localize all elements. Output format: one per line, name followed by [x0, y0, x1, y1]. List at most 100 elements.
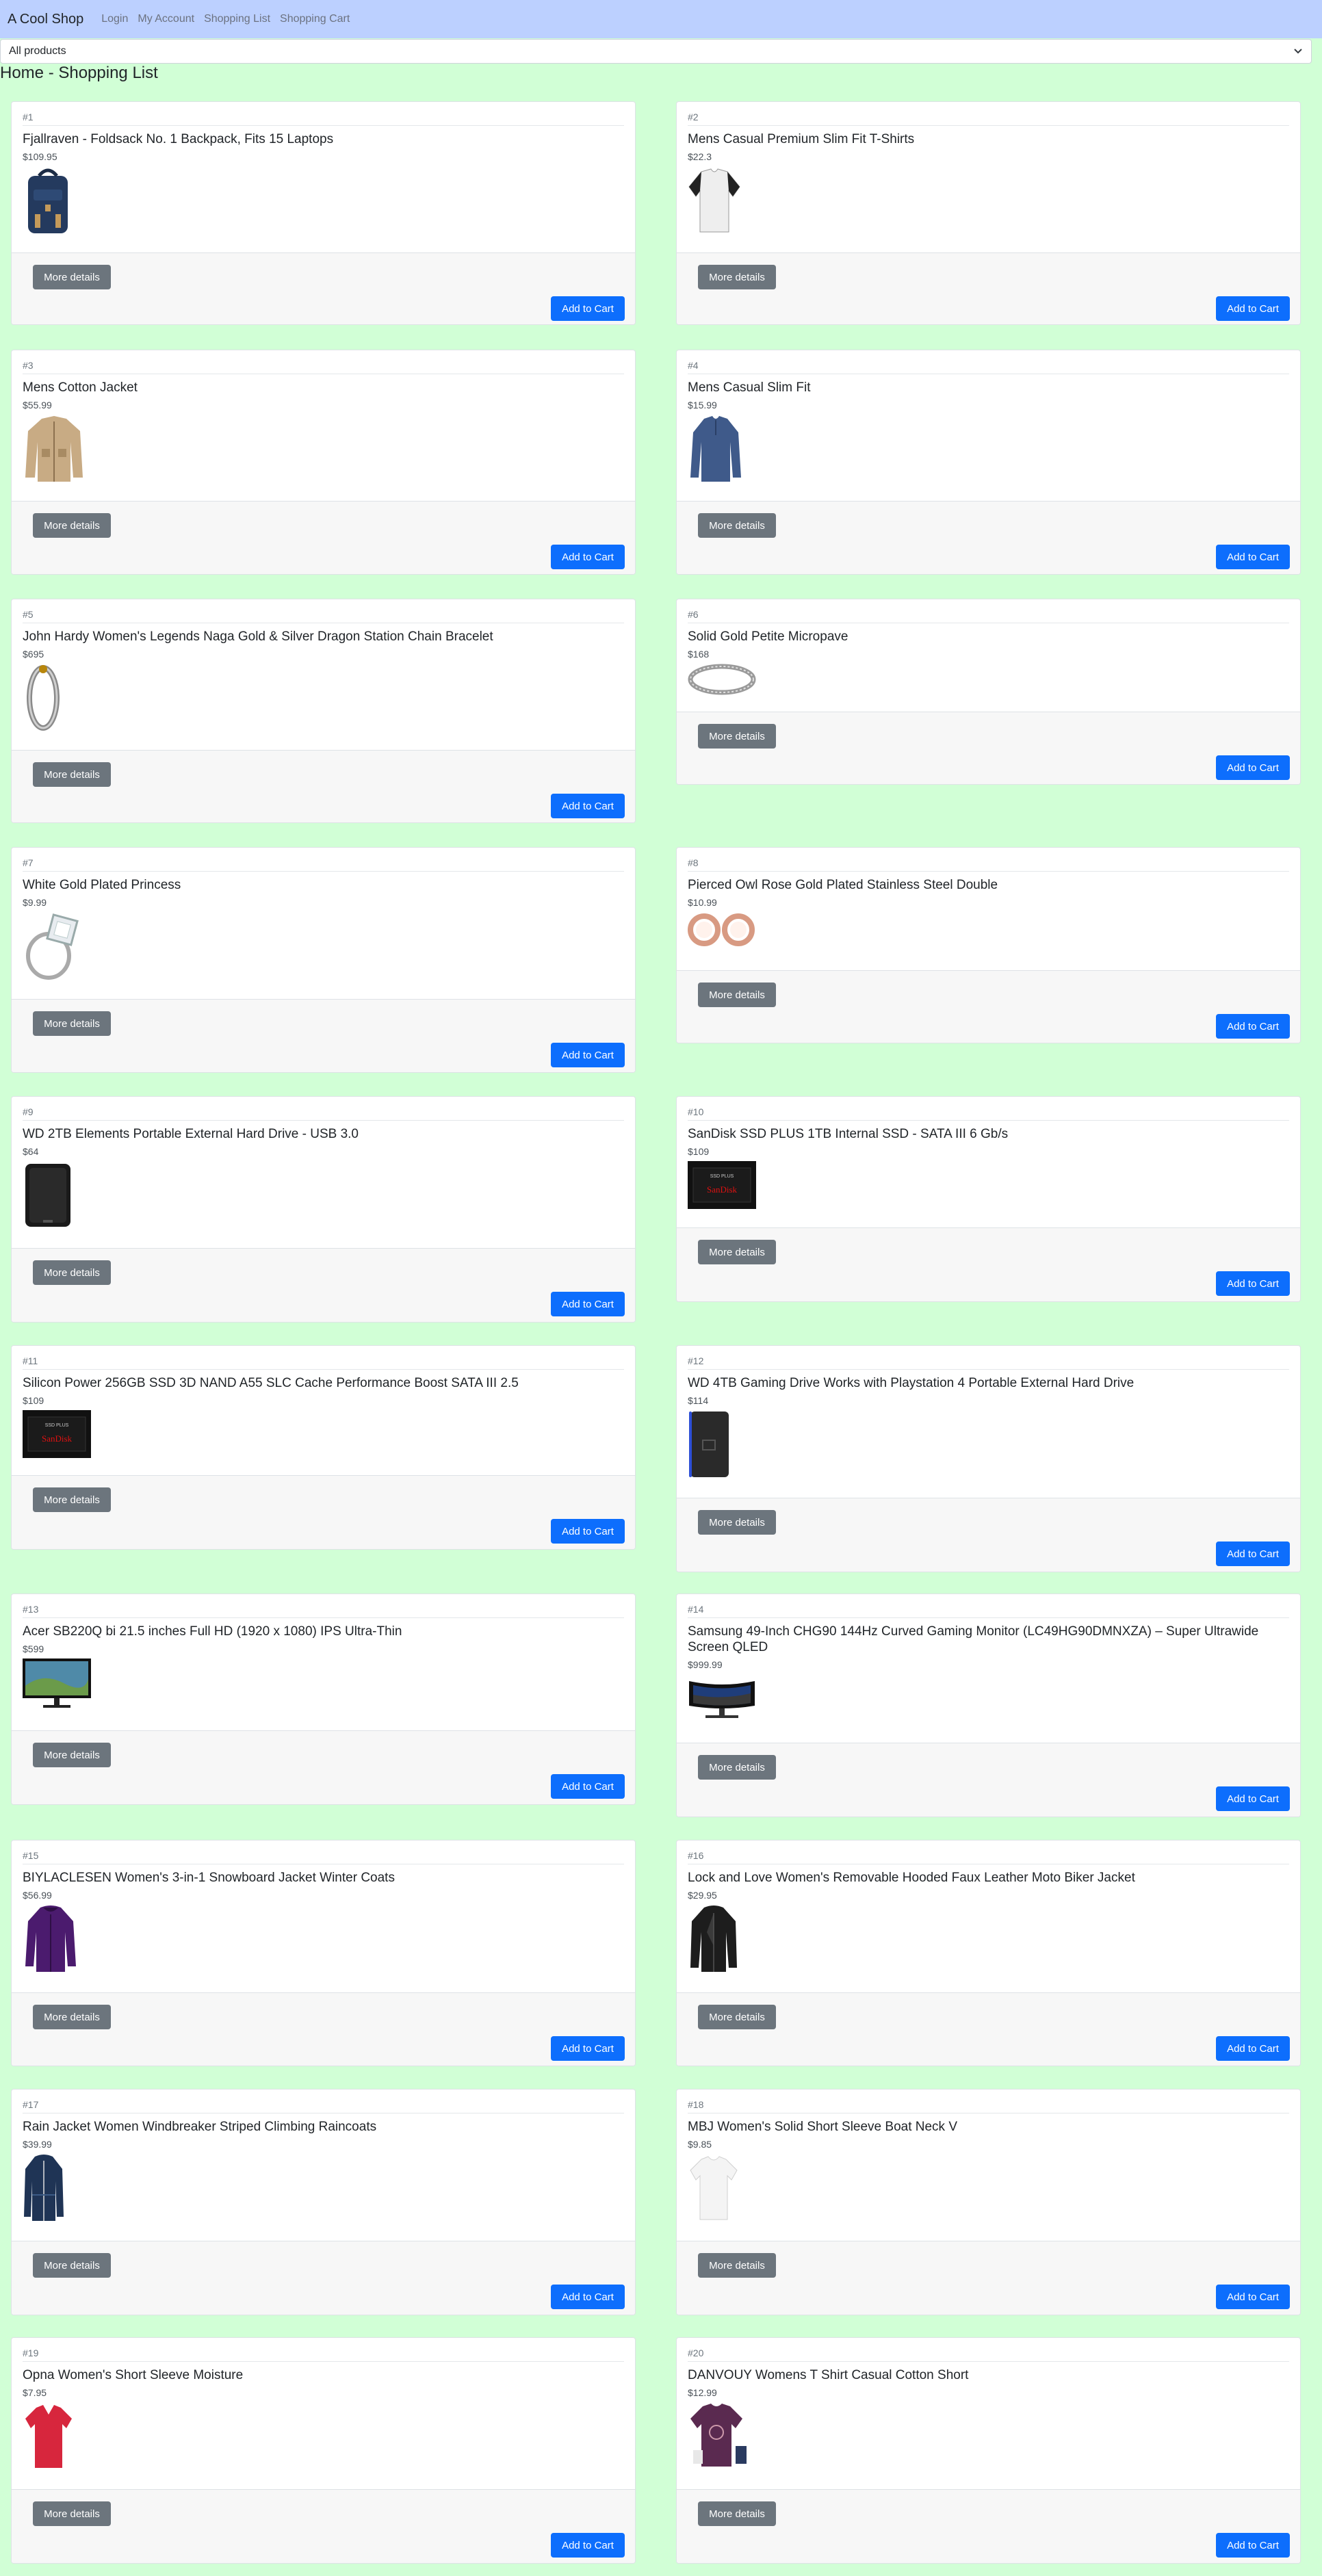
more-details-button[interactable]: More details	[33, 2253, 111, 2278]
product-number: #18	[688, 2099, 1289, 2113]
add-to-cart-button[interactable]: Add to Cart	[1216, 545, 1290, 569]
product-price: $168	[688, 649, 710, 660]
more-details-button[interactable]: More details	[698, 1240, 776, 1264]
leather-jacket-image	[688, 1905, 1289, 1977]
more-details-button[interactable]: More details	[698, 265, 776, 289]
product-card-footer: More details Add to Cart	[12, 1992, 635, 2066]
add-to-cart-button[interactable]: Add to Cart	[1216, 2036, 1290, 2061]
product-card: #14 Samsung 49-Inch CHG90 144Hz Curved Ga…	[676, 1593, 1301, 1817]
more-details-button[interactable]: More details	[698, 2501, 776, 2526]
more-details-button[interactable]: More details	[698, 1755, 776, 1780]
product-card-footer: More details Add to Cart	[677, 1498, 1300, 1572]
red-tshirt-image	[23, 2402, 624, 2474]
more-details-button[interactable]: More details	[698, 983, 776, 1007]
product-price: $10.99	[688, 897, 717, 908]
add-to-cart-button[interactable]: Add to Cart	[551, 1774, 625, 1799]
more-details-button[interactable]: More details	[698, 513, 776, 538]
product-number: #1	[23, 112, 624, 126]
more-details-button[interactable]: More details	[33, 762, 111, 787]
add-to-cart-button[interactable]: Add to Cart	[1216, 2285, 1290, 2309]
product-title: Mens Casual Slim Fit	[688, 380, 811, 395]
add-to-cart-button[interactable]: Add to Cart	[1216, 2533, 1290, 2558]
add-to-cart-button[interactable]: Add to Cart	[551, 2533, 625, 2558]
product-price: $56.99	[23, 1890, 52, 1901]
add-to-cart-button[interactable]: Add to Cart	[551, 545, 625, 569]
brand-link[interactable]: A Cool Shop	[8, 12, 83, 27]
product-card: #2 Mens Casual Premium Slim Fit T-Shirts $…	[676, 101, 1301, 325]
product-price: $12.99	[688, 2387, 717, 2398]
product-card-footer: More details Add to Cart	[12, 501, 635, 574]
add-to-cart-button[interactable]: Add to Cart	[551, 1292, 625, 1316]
product-card-footer: More details Add to Cart	[12, 999, 635, 1072]
product-number: #6	[688, 609, 1289, 623]
more-details-button[interactable]: More details	[698, 2005, 776, 2029]
product-card-footer: More details Add to Cart	[12, 1475, 635, 1549]
nav-my-account-link[interactable]: My Account	[138, 13, 194, 25]
product-card: #7 White Gold Plated Princess $9.99 More de…	[11, 847, 636, 1073]
product-title: MBJ Women's Solid Short Sleeve Boat Neck…	[688, 2120, 957, 2134]
category-select[interactable]: All products	[0, 39, 1312, 64]
product-title: Fjallraven - Foldsack No. 1 Backpack, Fi…	[23, 132, 334, 146]
purple-tshirt-image	[688, 2402, 1289, 2474]
product-card: #5 John Hardy Women's Legends Naga Gold &…	[11, 599, 636, 823]
product-title: Pierced Owl Rose Gold Plated Stainless S…	[688, 878, 998, 892]
more-details-button[interactable]: More details	[33, 1487, 111, 1512]
product-number: #15	[23, 1850, 624, 1864]
nav-shopping-cart-link[interactable]: Shopping Cart	[280, 13, 350, 25]
add-to-cart-button[interactable]: Add to Cart	[1216, 296, 1290, 321]
add-to-cart-button[interactable]: Add to Cart	[551, 1043, 625, 1067]
more-details-button[interactable]: More details	[33, 1011, 111, 1036]
more-details-button[interactable]: More details	[33, 1260, 111, 1285]
product-price: $599	[23, 1643, 44, 1654]
product-number: #14	[688, 1604, 1289, 1618]
product-title: Acer SB220Q bi 21.5 inches Full HD (1920…	[23, 1624, 402, 1639]
ring-band-image	[688, 664, 1289, 699]
product-card-footer: More details Add to Cart	[677, 712, 1300, 784]
product-title: BIYLACLESEN Women's 3-in-1 Snowboard Jac…	[23, 1871, 395, 1885]
more-details-button[interactable]: More details	[33, 1743, 111, 1767]
ssd-image: SSD PLUS SanDisk	[688, 1161, 1289, 1212]
product-card: #15 BIYLACLESEN Women's 3-in-1 Snowboard …	[11, 1840, 636, 2066]
product-card-footer: More details Add to Cart	[12, 2489, 635, 2563]
product-price: $695	[23, 649, 44, 660]
add-to-cart-button[interactable]: Add to Cart	[1216, 1014, 1290, 1039]
category-select-value: All products	[9, 45, 66, 57]
more-details-button[interactable]: More details	[33, 513, 111, 538]
product-title: Lock and Love Women's Removable Hooded F…	[688, 1871, 1135, 1885]
product-title: White Gold Plated Princess	[23, 878, 181, 892]
more-details-button[interactable]: More details	[698, 724, 776, 749]
long-sleeve-shirt-image	[688, 415, 1289, 486]
product-card: #1 Fjallraven - Foldsack No. 1 Backpack, …	[11, 101, 636, 325]
add-to-cart-button[interactable]: Add to Cart	[1216, 755, 1290, 780]
product-title: WD 2TB Elements Portable External Hard D…	[23, 1127, 359, 1141]
product-card: #20 DANVOUY Womens T Shirt Casual Cotton …	[676, 2337, 1301, 2564]
product-card: #9 WD 2TB Elements Portable External Hard…	[11, 1096, 636, 1323]
product-card: #3 Mens Cotton Jacket $55.99 More details Ad…	[11, 350, 636, 575]
add-to-cart-button[interactable]: Add to Cart	[551, 1519, 625, 1544]
add-to-cart-button[interactable]: Add to Cart	[1216, 1271, 1290, 1296]
more-details-button[interactable]: More details	[698, 1510, 776, 1535]
add-to-cart-button[interactable]: Add to Cart	[1216, 1786, 1290, 1811]
add-to-cart-button[interactable]: Add to Cart	[551, 2036, 625, 2061]
product-price: $109.95	[23, 151, 57, 162]
add-to-cart-button[interactable]: Add to Cart	[551, 794, 625, 818]
product-price: $64	[23, 1146, 39, 1157]
product-card-footer: More details Add to Cart	[12, 1248, 635, 1322]
more-details-button[interactable]: More details	[33, 265, 111, 289]
product-card: #10 SanDisk SSD PLUS 1TB Internal SSD - S…	[676, 1096, 1301, 1302]
raincoat-image	[23, 2154, 624, 2226]
product-number: #2	[688, 112, 1289, 126]
product-price: $109	[688, 1146, 710, 1157]
add-to-cart-button[interactable]: Add to Cart	[1216, 1541, 1290, 1566]
nav-shopping-list-link[interactable]: Shopping List	[204, 13, 270, 25]
add-to-cart-button[interactable]: Add to Cart	[551, 2285, 625, 2309]
product-card-footer: More details Add to Cart	[12, 2241, 635, 2315]
nav-login-link[interactable]: Login	[101, 13, 128, 25]
more-details-button[interactable]: More details	[33, 2501, 111, 2526]
product-price: $15.99	[688, 400, 717, 411]
more-details-button[interactable]: More details	[698, 2253, 776, 2278]
chevron-down-icon	[1294, 49, 1302, 54]
add-to-cart-button[interactable]: Add to Cart	[551, 296, 625, 321]
product-card-footer: More details Add to Cart	[677, 501, 1300, 574]
more-details-button[interactable]: More details	[33, 2005, 111, 2029]
